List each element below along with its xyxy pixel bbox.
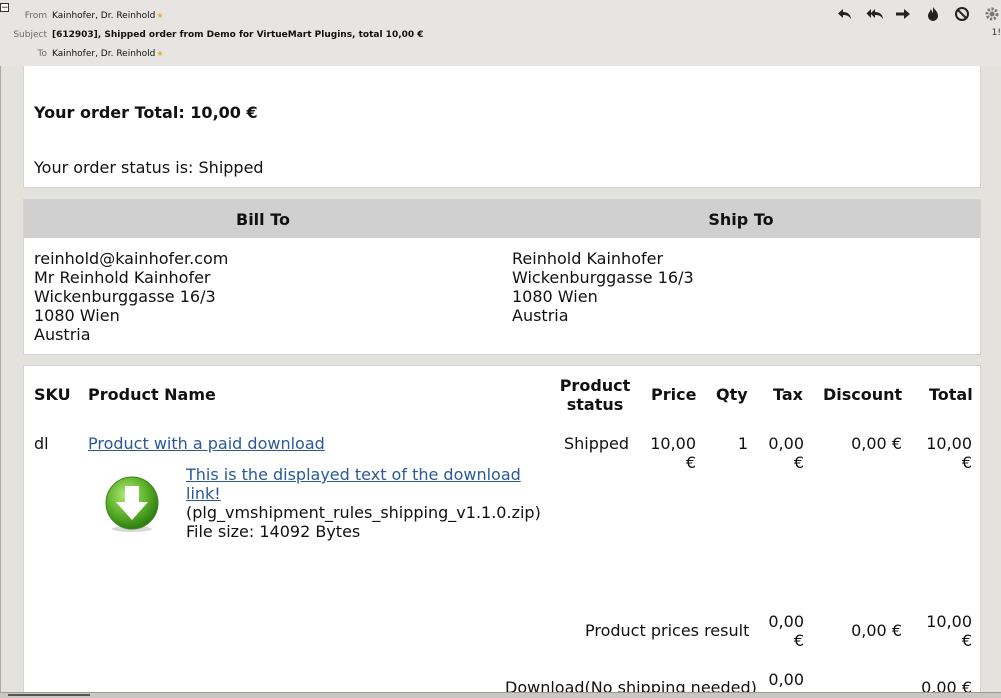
- order-total-value: 10,00 €: [190, 103, 258, 122]
- left-rail: [0, 66, 1, 692]
- shipping-label: Download(No shipping needed): [505, 678, 757, 692]
- star-icon[interactable]: ★: [156, 46, 163, 62]
- download-link[interactable]: This is the displayed text of the downlo…: [186, 465, 541, 503]
- col-header-discount: Discount: [823, 385, 903, 404]
- subject-label: Subject: [13, 30, 47, 40]
- row-price-currency: €: [685, 453, 696, 472]
- bill-to-line: Wickenburggasse 16/3: [34, 287, 216, 306]
- download-info: This is the displayed text of the downlo…: [186, 465, 541, 541]
- download-size: File size: 14092 Bytes: [186, 522, 361, 541]
- subject-value: [612903], Shipped order from Demo for Vi…: [52, 30, 424, 40]
- row-status: Shipped: [564, 434, 630, 453]
- status-progress: [8, 694, 90, 696]
- order-status: Your order status is: Shipped: [34, 158, 264, 177]
- message-toolbar: [831, 4, 1001, 24]
- prices-result-label: Product prices result: [585, 621, 750, 640]
- address-header: Bill To Ship To: [24, 200, 980, 238]
- bill-to-line: Mr Reinhold Kainhofer: [34, 268, 211, 287]
- header-count: 1!: [991, 28, 1001, 38]
- row-discount: 0,00 €: [851, 434, 902, 453]
- row-tax: 0,00 €: [754, 434, 804, 472]
- col-header-status-line: Product: [559, 376, 631, 395]
- row-total-value: 10,00: [926, 434, 972, 453]
- download-arrow-icon[interactable]: [104, 475, 160, 533]
- from-value[interactable]: Kainhofer, Dr. Reinhold★: [52, 8, 164, 24]
- order-status-value: Shipped: [198, 158, 264, 177]
- address-panel: Bill To Ship To reinhold@kainhofer.com M…: [23, 199, 981, 355]
- prices-result-tax: 0,00 €: [754, 612, 804, 650]
- ship-to-line: Austria: [512, 306, 569, 325]
- download-file: (plg_vmshipment_rules_shipping_v1.1.0.zi…: [186, 503, 541, 522]
- gear-icon[interactable]: [981, 4, 1001, 24]
- row-price-value: 10,00: [650, 434, 696, 453]
- prices-result-discount: 0,00 €: [851, 621, 902, 640]
- row-tax-value: 0,00: [768, 434, 804, 453]
- shipping-tax: 0,00: [768, 670, 804, 689]
- ship-to-address: Reinhold Kainhofer Wickenburggasse 16/3 …: [512, 249, 694, 325]
- from-label: From: [24, 11, 47, 21]
- shipping-total: 0,00 €: [921, 678, 972, 692]
- prices-result-total-value: 10,00: [926, 612, 972, 631]
- bill-to-address: reinhold@kainhofer.com Mr Reinhold Kainh…: [34, 249, 228, 344]
- bill-to-line: Austria: [34, 325, 91, 344]
- order-status-label: Your order status is:: [34, 158, 194, 177]
- row-total: 10,00 €: [914, 434, 972, 472]
- to-label: To: [37, 49, 47, 59]
- download-link-line[interactable]: link!: [186, 484, 541, 503]
- star-icon[interactable]: ★: [156, 8, 163, 24]
- items-table: SKU Product Name Product status Price Qt…: [23, 365, 981, 692]
- junk-icon[interactable]: [922, 4, 944, 24]
- ship-to-title: Ship To: [708, 210, 774, 229]
- delete-icon[interactable]: [951, 4, 973, 24]
- col-header-qty: Qty: [716, 385, 748, 404]
- order-summary-panel: Your order Total: 10,00 € Your order sta…: [23, 66, 981, 188]
- order-total-label: Your order Total:: [34, 103, 185, 122]
- order-total: Your order Total: 10,00 €: [34, 103, 258, 122]
- row-total-currency: €: [961, 453, 972, 472]
- message-header: − From Kainhofer, Dr. Reinhold★ Subject …: [0, 0, 1001, 67]
- col-header-sku: SKU: [34, 385, 71, 404]
- ship-to-line: Wickenburggasse 16/3: [512, 268, 694, 287]
- prices-result-total: 10,00 €: [914, 612, 972, 650]
- ship-to-line: 1080 Wien: [512, 287, 598, 306]
- col-header-product-status: Product status: [554, 376, 636, 414]
- prices-result-total-currency: €: [961, 631, 972, 650]
- col-header-tax: Tax: [773, 385, 803, 404]
- bill-to-line: 1080 Wien: [34, 306, 120, 325]
- col-header-product-name: Product Name: [88, 385, 216, 404]
- col-header-total: Total: [929, 385, 973, 404]
- row-sku: dl: [34, 434, 49, 453]
- row-qty: 1: [737, 434, 748, 453]
- row-price: 10,00 €: [636, 434, 696, 472]
- col-header-status-line: status: [566, 395, 624, 414]
- message-body: Your order Total: 10,00 € Your order sta…: [0, 66, 1001, 692]
- prices-result-tax-value: 0,00: [768, 612, 804, 631]
- reply-icon[interactable]: [834, 4, 856, 24]
- bill-to-line: reinhold@kainhofer.com: [34, 249, 229, 268]
- reply-all-icon[interactable]: [864, 4, 886, 24]
- row-tax-currency: €: [793, 453, 804, 472]
- to-value[interactable]: Kainhofer, Dr. Reinhold★: [52, 46, 164, 62]
- bill-to-title: Bill To: [236, 210, 290, 229]
- ship-to-line: Reinhold Kainhofer: [512, 249, 664, 268]
- col-header-price: Price: [651, 385, 697, 404]
- prices-result-tax-currency: €: [793, 631, 804, 650]
- forward-icon[interactable]: [892, 4, 914, 24]
- status-bar: [0, 692, 1001, 698]
- download-link-line[interactable]: This is the displayed text of the downlo…: [186, 465, 541, 484]
- product-link[interactable]: Product with a paid download: [88, 434, 325, 453]
